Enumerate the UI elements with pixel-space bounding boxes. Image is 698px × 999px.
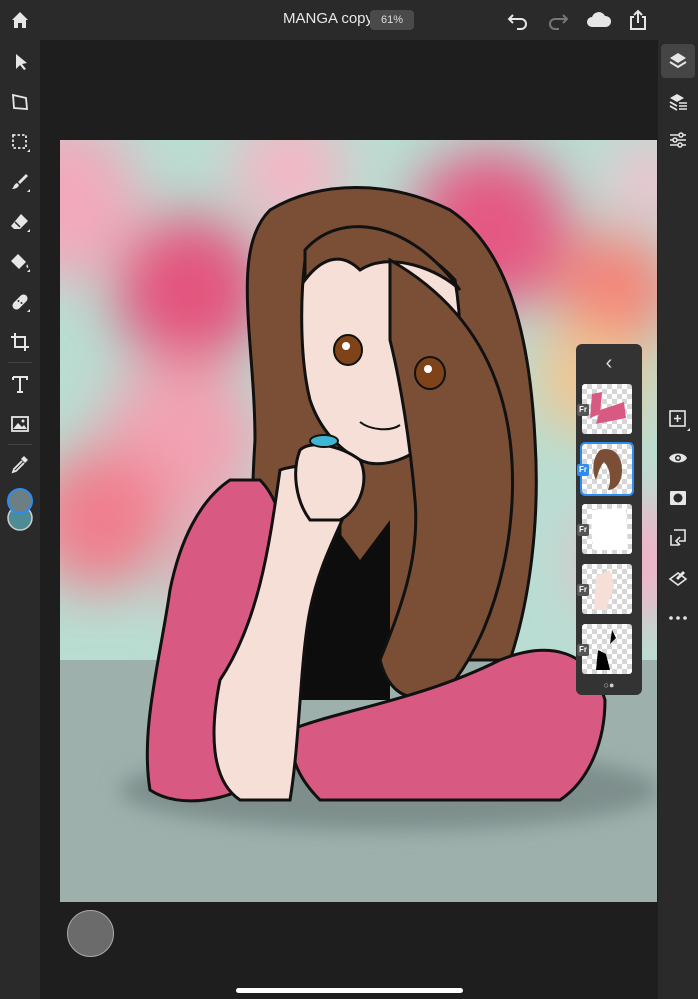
brush-icon[interactable] — [8, 170, 32, 194]
eyedropper-icon[interactable] — [8, 452, 32, 476]
left-toolbar — [0, 40, 40, 999]
layer-properties-icon[interactable] — [666, 90, 690, 114]
redo-icon[interactable] — [545, 8, 571, 32]
adjustments-icon[interactable] — [666, 128, 690, 152]
paint-bucket-icon[interactable] — [8, 250, 32, 274]
transform-icon[interactable] — [8, 90, 32, 114]
color-swatch[interactable] — [5, 486, 35, 534]
toolbar-divider — [8, 444, 32, 445]
marquee-selection-icon[interactable] — [8, 130, 32, 154]
artwork-canvas[interactable] — [60, 140, 657, 902]
layer-thumbnail-fill[interactable] — [582, 504, 632, 554]
crop-icon[interactable] — [8, 330, 32, 354]
visibility-eye-icon[interactable] — [666, 446, 690, 470]
layers-pager[interactable]: ○● — [576, 680, 642, 690]
cloud-icon[interactable] — [584, 8, 614, 32]
pager-dot-active[interactable]: ● — [609, 680, 614, 690]
healing-icon[interactable] — [8, 290, 32, 314]
document-title[interactable]: MANGA copy — [283, 10, 373, 27]
collapse-layers-icon[interactable]: ‹ — [576, 350, 642, 376]
layer-thumbnail-shawl[interactable] — [582, 384, 632, 434]
touch-shortcut-button[interactable] — [67, 910, 114, 957]
select-arrow-icon[interactable] — [8, 50, 32, 74]
clipping-icon[interactable] — [666, 526, 690, 550]
layer-thumbnail-hair[interactable] — [580, 442, 634, 496]
undo-icon[interactable] — [505, 8, 531, 32]
layers-panel: ‹ Fr Fr Fr Fr Fr ○● — [576, 344, 642, 695]
zoom-level[interactable]: 61% — [370, 10, 414, 30]
top-bar: MANGA copy 61% — [0, 0, 698, 40]
mask-icon[interactable] — [666, 486, 690, 510]
layer-badge: Fr — [577, 644, 589, 656]
toolbar-divider — [8, 362, 32, 363]
image-icon[interactable] — [8, 412, 32, 436]
layers-icon[interactable] — [666, 49, 690, 73]
fill-layer-icon[interactable] — [666, 566, 690, 590]
more-icon[interactable] — [666, 606, 690, 630]
type-icon[interactable] — [8, 372, 32, 396]
layer-badge: Fr — [577, 464, 589, 476]
layer-badge: Fr — [577, 404, 589, 416]
home-icon[interactable] — [8, 8, 32, 32]
layer-badge: Fr — [577, 524, 589, 536]
right-toolbar — [658, 40, 698, 999]
layer-badge: Fr — [577, 584, 589, 596]
eraser-icon[interactable] — [8, 210, 32, 234]
home-indicator — [236, 988, 463, 993]
layer-thumbnail-lineart[interactable] — [582, 624, 632, 674]
share-icon[interactable] — [625, 8, 651, 32]
layer-thumbnail-skin[interactable] — [582, 564, 632, 614]
add-layer-icon[interactable] — [666, 407, 690, 431]
